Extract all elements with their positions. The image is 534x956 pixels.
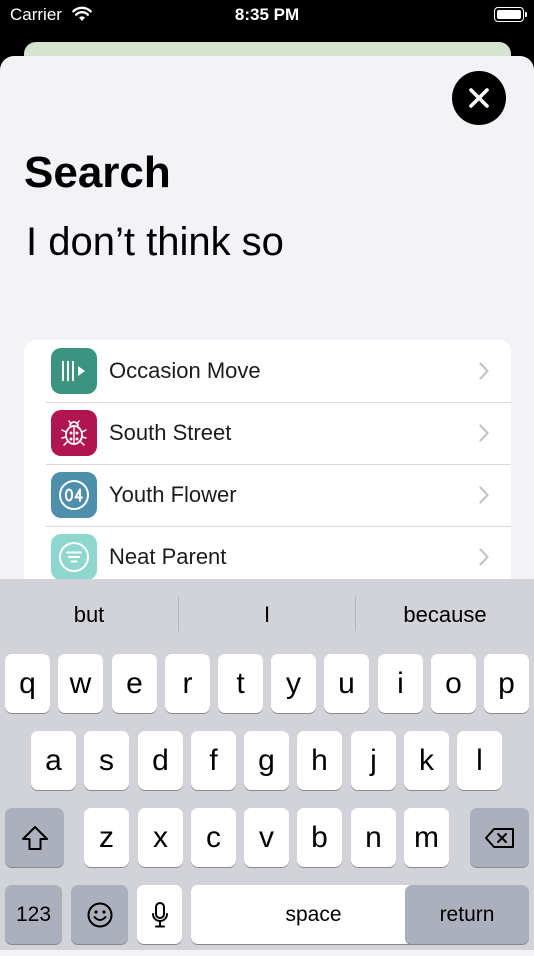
battery-icon — [494, 7, 527, 22]
key-z[interactable]: z — [84, 808, 129, 867]
result-item-south-street[interactable]: South Street — [24, 402, 511, 464]
close-button[interactable] — [452, 71, 506, 125]
search-query-text[interactable]: I don’t think so — [26, 220, 284, 265]
chevron-right-icon — [479, 486, 489, 504]
result-label: South Street — [109, 420, 232, 445]
shift-icon — [21, 825, 48, 850]
chevron-right-icon — [479, 424, 489, 442]
emoji-key[interactable] — [71, 885, 128, 944]
result-item-youth-flower[interactable]: Youth Flower — [24, 464, 511, 526]
audio-waveform-play-icon — [51, 348, 97, 394]
result-item-occasion-move[interactable]: Occasion Move — [24, 340, 511, 402]
key-y[interactable]: y — [271, 654, 316, 713]
number-04-icon — [51, 472, 97, 518]
chevron-right-icon — [479, 362, 489, 380]
result-label: Youth Flower — [109, 482, 237, 507]
suggestion-because[interactable]: because — [356, 579, 534, 651]
result-label: Occasion Move — [109, 358, 261, 383]
key-o[interactable]: o — [431, 654, 476, 713]
key-f[interactable]: f — [191, 731, 236, 790]
page-title: Search — [24, 148, 171, 197]
key-p[interactable]: p — [484, 654, 529, 713]
key-s[interactable]: s — [84, 731, 129, 790]
key-e[interactable]: e — [112, 654, 157, 713]
lines-circle-icon — [51, 534, 97, 580]
key-a[interactable]: a — [31, 731, 76, 790]
key-n[interactable]: n — [351, 808, 396, 867]
key-b[interactable]: b — [297, 808, 342, 867]
microphone-icon — [151, 901, 168, 927]
delete-key[interactable] — [470, 808, 529, 867]
results-list: Occasion Move South Street Youth Flower … — [24, 340, 511, 588]
key-d[interactable]: d — [138, 731, 183, 790]
key-j[interactable]: j — [351, 731, 396, 790]
key-c[interactable]: c — [191, 808, 236, 867]
key-l[interactable]: l — [457, 731, 502, 790]
suggestion-but[interactable]: but — [0, 579, 178, 651]
ladybug-icon — [51, 410, 97, 456]
backspace-icon — [484, 827, 514, 848]
shift-key[interactable] — [5, 808, 64, 867]
key-i[interactable]: i — [378, 654, 423, 713]
key-x[interactable]: x — [138, 808, 183, 867]
suggestion-bar: but I because — [0, 579, 534, 651]
key-h[interactable]: h — [297, 731, 342, 790]
key-w[interactable]: w — [58, 654, 103, 713]
status-bar: Carrier 8:35 PM — [0, 0, 534, 34]
dictation-key[interactable] — [137, 885, 182, 944]
key-r[interactable]: r — [165, 654, 210, 713]
space-key[interactable]: space — [191, 885, 436, 944]
result-label: Neat Parent — [109, 544, 227, 569]
emoji-icon — [87, 902, 112, 927]
return-key[interactable]: return — [405, 885, 529, 944]
key-m[interactable]: m — [404, 808, 449, 867]
key-q[interactable]: q — [5, 654, 50, 713]
numbers-key[interactable]: 123 — [5, 885, 62, 944]
key-u[interactable]: u — [324, 654, 369, 713]
key-t[interactable]: t — [218, 654, 263, 713]
key-g[interactable]: g — [244, 731, 289, 790]
key-v[interactable]: v — [244, 808, 289, 867]
keyboard: but I because q w e r t y u i o p a s d … — [0, 579, 534, 950]
key-k[interactable]: k — [404, 731, 449, 790]
chevron-right-icon — [479, 548, 489, 566]
close-icon — [469, 88, 489, 108]
suggestion-i[interactable]: I — [179, 579, 355, 651]
clock: 8:35 PM — [234, 5, 300, 24]
